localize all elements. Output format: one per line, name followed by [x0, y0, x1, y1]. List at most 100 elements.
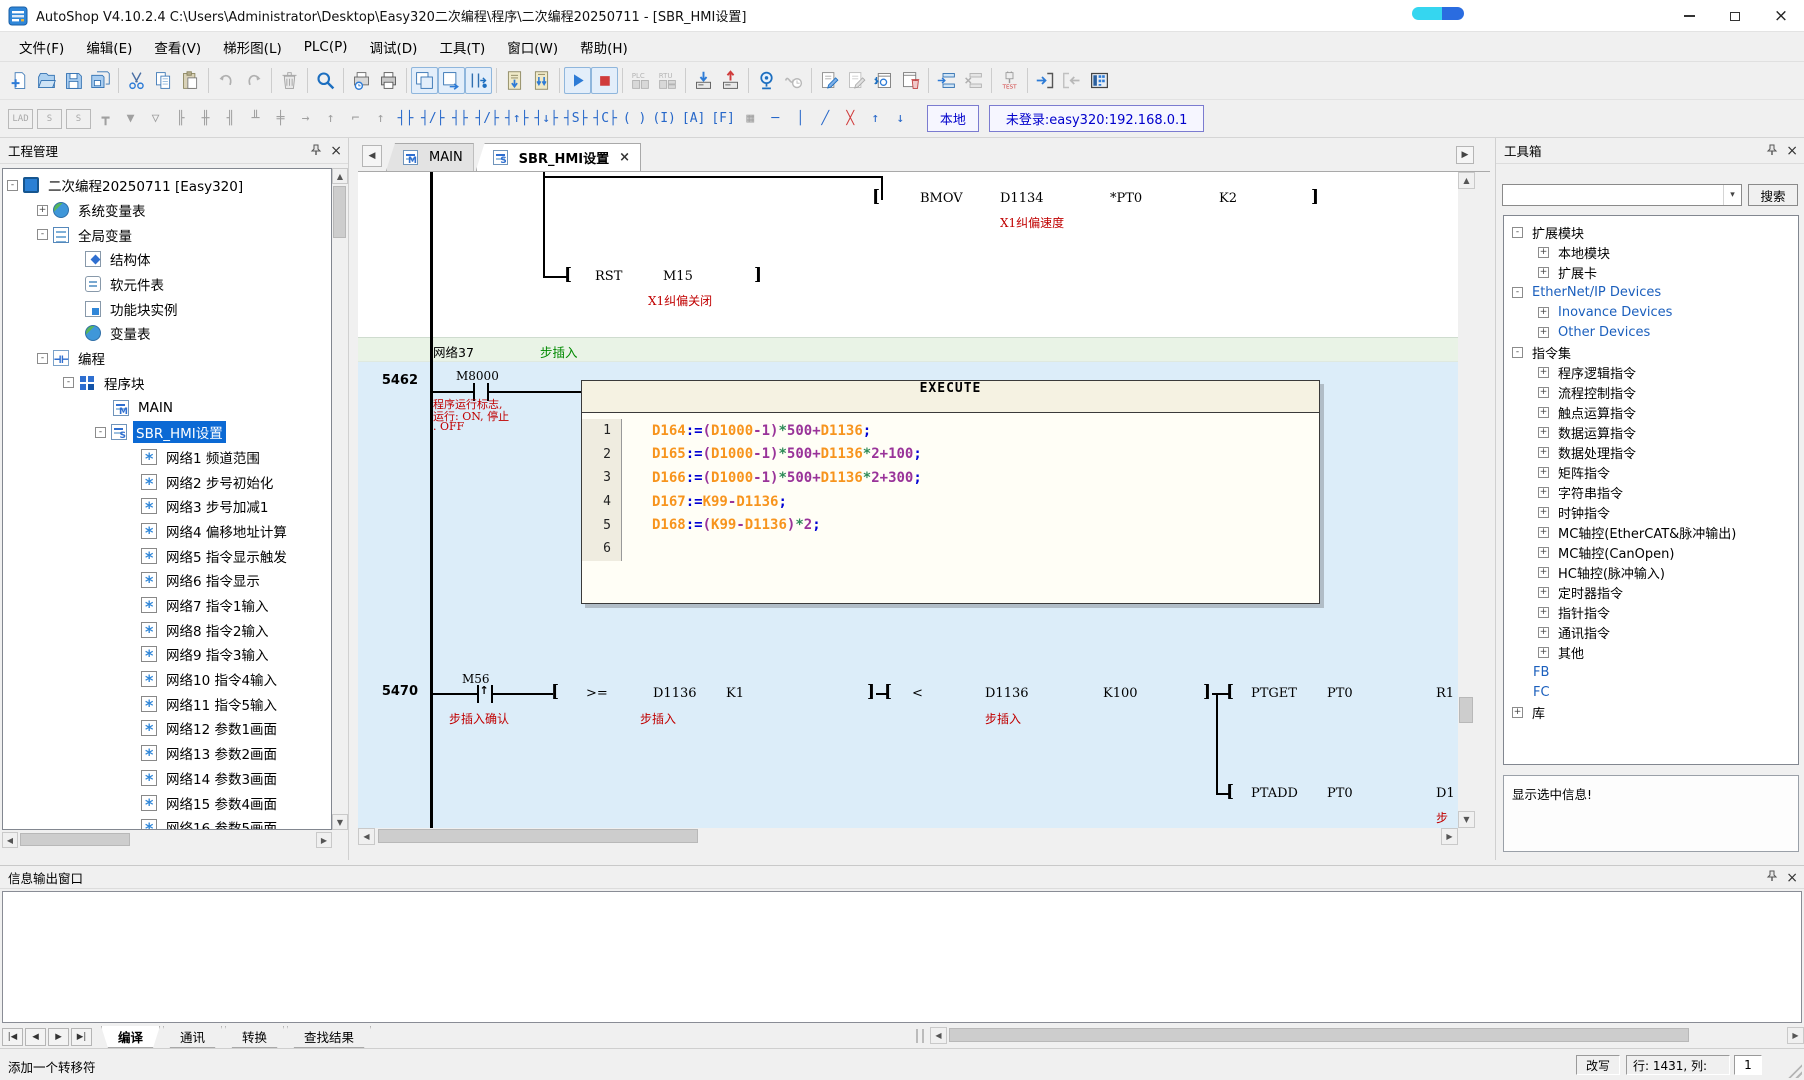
expand-box[interactable]: -	[95, 427, 106, 438]
instruction-op[interactable]: PTADD	[1251, 786, 1298, 801]
editor-tab[interactable]: MAIN	[386, 143, 474, 171]
ladder-tool-button[interactable]: ╳	[838, 106, 863, 132]
plc-comm-button[interactable]: PLC	[627, 67, 654, 94]
expand-box[interactable]: -	[37, 353, 48, 364]
ladder-tool-button[interactable]: ─	[763, 106, 788, 132]
expand-box[interactable]: +	[1538, 607, 1549, 618]
st-code-line[interactable]: 1 D164:=(D1000-1)*500+D1136;	[582, 419, 1319, 443]
scroll-right-button[interactable]: ▶	[1787, 1027, 1804, 1044]
project-tree-item[interactable]: + 系统变量表	[3, 198, 331, 223]
instruction-operand[interactable]: R1	[1436, 686, 1454, 701]
compare-operand[interactable]: K1	[726, 686, 744, 701]
ladder-tool-button[interactable]: ▦	[738, 106, 763, 132]
write-edit-button[interactable]	[816, 67, 843, 94]
expand-box[interactable]: +	[1538, 267, 1549, 278]
new-button[interactable]	[6, 67, 33, 94]
toolbox-tree-item[interactable]: + 其他	[1504, 642, 1798, 662]
output-tab[interactable]: 通讯	[163, 1026, 222, 1048]
open-button[interactable]	[33, 67, 60, 94]
scroll-thumb[interactable]	[378, 829, 698, 843]
network37-header[interactable]: 网络37 步插入	[358, 337, 1458, 362]
project-tree-item[interactable]: 网络8 指令2输入	[3, 617, 331, 642]
output-nav-button[interactable]: ▶|	[71, 1028, 92, 1046]
output-hscrollbar[interactable]: ◀ ▶	[930, 1027, 1804, 1045]
toolbox-tree-item[interactable]: + 矩阵指令	[1504, 462, 1798, 482]
project-tree-item[interactable]: 功能块实例	[3, 296, 331, 321]
ladder-tool-button[interactable]: ╪	[268, 106, 293, 132]
project-tree-item[interactable]: 软元件表	[3, 272, 331, 297]
ladder-tool-button[interactable]: ( )	[620, 106, 649, 132]
ladder-tool-button[interactable]: ╱	[813, 106, 838, 132]
project-tree-item[interactable]: 变量表	[3, 321, 331, 346]
toolbox-tree-item[interactable]: - 扩展模块	[1504, 222, 1798, 242]
trace-button[interactable]	[780, 67, 807, 94]
ladder-tool-button[interactable]: ↓	[888, 106, 913, 132]
find-button[interactable]	[312, 67, 339, 94]
toolbox-tree-item[interactable]: FB	[1504, 662, 1798, 682]
ladder-tool-button[interactable]: ┤C├	[590, 106, 619, 132]
menu-item[interactable]: 编辑(E)	[75, 32, 143, 61]
stop-button[interactable]	[591, 67, 618, 94]
ladder-tool-button[interactable]: ┤├	[393, 106, 418, 132]
ladder-tool-button[interactable]: │	[788, 106, 813, 132]
expand-box[interactable]: +	[1538, 507, 1549, 518]
expand-box[interactable]: -	[1512, 227, 1523, 238]
print-preview-button[interactable]	[348, 67, 375, 94]
expand-box[interactable]: +	[1538, 627, 1549, 638]
ladder-tool-button[interactable]: ╟	[168, 106, 193, 132]
toolbox-tree-item[interactable]: + 库	[1504, 702, 1798, 722]
expand-box[interactable]: +	[1512, 707, 1523, 718]
ladder-tool-button[interactable]: [A]	[679, 106, 708, 132]
expand-box[interactable]: +	[1538, 467, 1549, 478]
toolbox-tree-item[interactable]: + 数据处理指令	[1504, 442, 1798, 462]
project-tree-item[interactable]: - 全局变量	[3, 222, 331, 247]
project-tree-item[interactable]: 网络11 指令5输入	[3, 691, 331, 716]
ladder-tool-button[interactable]: ┳	[93, 106, 118, 132]
project-tree-item[interactable]: 网络9 指令3输入	[3, 642, 331, 667]
pin-icon[interactable]	[1766, 870, 1778, 885]
ladder-tool-button[interactable]: ┤S├	[561, 106, 590, 132]
toolbox-tree-item[interactable]: + Inovance Devices	[1504, 302, 1798, 322]
output-nav-button[interactable]: ▶	[48, 1028, 69, 1046]
ladder-tool-button[interactable]: ┤↓├	[531, 106, 560, 132]
st-code-line[interactable]: 4 D167:=K99-D1136;	[582, 490, 1319, 514]
splitter-handle[interactable]	[916, 1029, 924, 1043]
menu-item[interactable]: 窗口(W)	[496, 32, 569, 61]
scroll-up-button[interactable]: ▲	[332, 168, 348, 184]
expand-box[interactable]: +	[1538, 307, 1549, 318]
tab-scroll-right-button[interactable]: ▶	[1456, 146, 1474, 164]
maximize-button[interactable]	[1712, 0, 1758, 32]
device-monitor-button[interactable]	[870, 67, 897, 94]
expand-box[interactable]: +	[1538, 567, 1549, 578]
toolbox-tree-item[interactable]: + 本地模块	[1504, 242, 1798, 262]
ladder-tool-button[interactable]: LAD	[8, 109, 33, 129]
project-tree-item[interactable]: 结构体	[3, 247, 331, 272]
expand-box[interactable]: -	[7, 180, 18, 191]
toolbox-tree-item[interactable]: + 程序逻辑指令	[1504, 362, 1798, 382]
instruction-operand[interactable]: PT0	[1327, 686, 1353, 701]
scroll-thumb[interactable]	[949, 1028, 1689, 1042]
export-window-button[interactable]	[438, 67, 465, 94]
device-monitor-delete-button[interactable]	[897, 67, 924, 94]
close-panel-icon[interactable]: ×	[1786, 871, 1798, 885]
cascade-windows-button[interactable]	[411, 67, 438, 94]
toolbox-tree-item[interactable]: + 时钟指令	[1504, 502, 1798, 522]
close-button[interactable]: ×	[1758, 0, 1804, 32]
delete-row-button[interactable]	[960, 67, 987, 94]
tab-close-icon[interactable]: ×	[619, 150, 630, 165]
ladder-tool-button[interactable]: ╨	[243, 106, 268, 132]
toolbox-tree-item[interactable]: + 定时器指令	[1504, 582, 1798, 602]
expand-box[interactable]: +	[1538, 407, 1549, 418]
scroll-down-button[interactable]: ▼	[332, 814, 348, 830]
download-to-plc-button[interactable]	[690, 67, 717, 94]
toolbox-tree-item[interactable]: + 扩展卡	[1504, 262, 1798, 282]
expand-box[interactable]: +	[1538, 527, 1549, 538]
output-nav-button[interactable]: ◀	[25, 1028, 46, 1046]
expand-box[interactable]: -	[37, 229, 48, 240]
execute-block[interactable]: EXECUTE 1 D164:=(D1000-1)*500+D1136; 2 D…	[581, 380, 1320, 604]
project-tree-item[interactable]: 网络6 指令显示	[3, 568, 331, 593]
usb-test-button[interactable]: TEST	[996, 67, 1023, 94]
menu-item[interactable]: 查看(V)	[143, 32, 212, 61]
scroll-left-button[interactable]: ◀	[2, 832, 18, 848]
st-code-line[interactable]: 6	[582, 537, 1319, 561]
